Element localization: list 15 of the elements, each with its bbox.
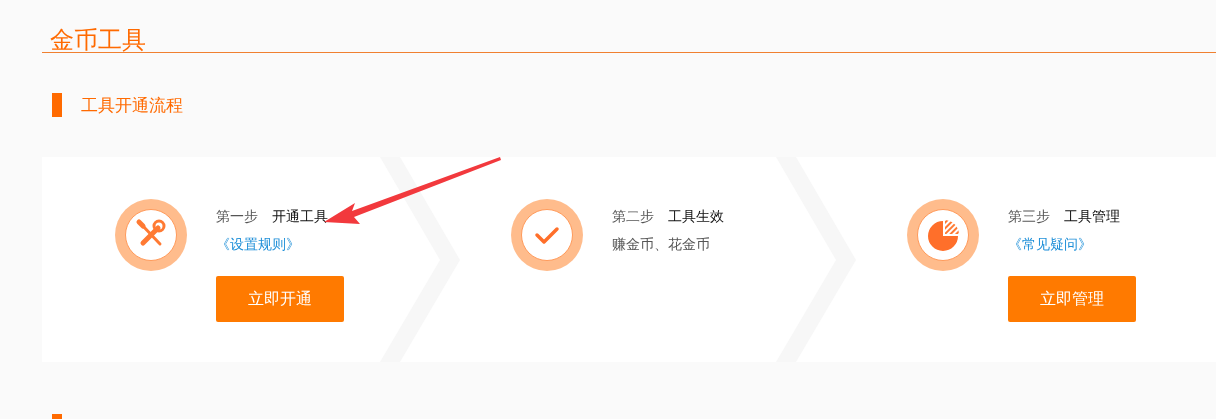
step-title: 工具生效 bbox=[668, 207, 724, 226]
action-button[interactable]: 立即管理 bbox=[1008, 276, 1136, 322]
rules-link[interactable]: 《常见疑问》 bbox=[1008, 234, 1092, 254]
step-number: 第二步 bbox=[612, 207, 654, 226]
section-marker bbox=[52, 93, 62, 117]
step-title: 开通工具 bbox=[272, 207, 328, 226]
section-marker bbox=[52, 414, 62, 419]
step-description: 赚金币、花金币 bbox=[612, 235, 710, 254]
step-title: 工具管理 bbox=[1064, 207, 1120, 226]
action-button[interactable]: 立即开通 bbox=[216, 276, 344, 322]
page-title: 金币工具 bbox=[50, 25, 146, 55]
rules-link[interactable]: 《设置规则》 bbox=[216, 234, 300, 254]
step-number: 第三步 bbox=[1008, 207, 1050, 226]
section-title: 工具开通流程 bbox=[81, 94, 183, 117]
step-number: 第一步 bbox=[216, 207, 258, 226]
